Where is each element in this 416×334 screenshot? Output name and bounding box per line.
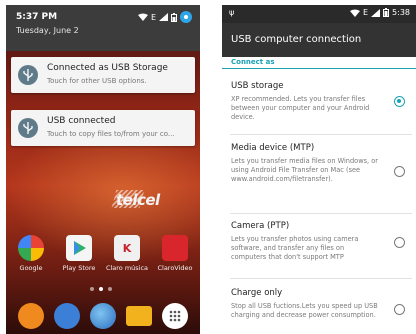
option-description: XP recommended. Lets you transfer files …	[231, 95, 370, 122]
browser-icon[interactable]	[90, 303, 116, 329]
notification-title: Connected as USB Storage	[47, 63, 168, 73]
google-icon	[18, 235, 44, 261]
battery-icon	[383, 8, 390, 17]
option-divider	[230, 134, 412, 135]
app-claro-musica[interactable]: K Claro música	[104, 235, 150, 272]
app-bar: USB computer connection	[222, 23, 416, 57]
app-drawer-icon[interactable]	[162, 303, 188, 329]
messenger-icon[interactable]	[54, 303, 80, 329]
option-description: Lets you transfer media files on Windows…	[231, 157, 378, 184]
notification-text: Touch for other USB options.	[47, 77, 147, 85]
app-label: Play Store	[62, 264, 96, 272]
page-dot	[108, 287, 112, 291]
usb-connection-settings-screen: ψ E 5:38 USB computer connection Connect…	[222, 5, 416, 334]
screenshot-composite: 5:37 PM Tuesday, June 2 E Connected as U…	[0, 0, 416, 334]
app-google[interactable]: Google	[8, 235, 54, 272]
radio-charge-only[interactable]	[394, 304, 405, 315]
status-icons: E	[137, 11, 192, 23]
clock: 5:38	[392, 8, 410, 17]
network-type: E	[362, 8, 369, 17]
radio-camera-ptp[interactable]	[394, 237, 405, 248]
page-title: USB computer connection	[231, 34, 362, 45]
app-play-store[interactable]: Play Store	[56, 235, 102, 272]
home-app-row: Google Play Store K Claro música ClaroVi…	[6, 235, 200, 280]
claro-video-icon	[162, 235, 188, 261]
date: Tuesday, June 2	[16, 26, 79, 35]
usb-status-icon: ψ	[229, 8, 235, 17]
network-type: E	[150, 12, 156, 22]
option-description: Lets you transfer photos using camera so…	[231, 235, 359, 262]
status-icons: E 5:38	[349, 8, 410, 17]
option-title: Camera (PTP)	[231, 221, 290, 231]
usb-icon	[18, 118, 38, 138]
radio-usb-storage[interactable]	[394, 96, 405, 107]
radio-media-device-mtp[interactable]	[394, 166, 405, 177]
claro-musica-icon: K	[114, 235, 140, 261]
notification-usb-connected[interactable]: USB connected Touch to copy files to/fro…	[11, 110, 195, 146]
phone-icon[interactable]	[18, 303, 44, 329]
notification-usb-storage[interactable]: Connected as USB Storage Touch for other…	[11, 57, 195, 93]
app-claro-video[interactable]: ClaroVideo	[152, 235, 198, 272]
notification-title: USB connected	[47, 116, 116, 126]
home-dock	[6, 301, 200, 334]
option-divider	[230, 278, 412, 279]
wifi-icon	[349, 9, 360, 17]
app-label: Claro música	[105, 264, 149, 272]
section-header: Connect as	[231, 58, 275, 66]
user-avatar-icon[interactable]	[180, 11, 192, 23]
signal-icon	[159, 13, 168, 21]
telcel-logo: telcel	[116, 191, 160, 209]
signal-icon	[371, 8, 381, 17]
wifi-icon	[137, 13, 148, 21]
email-icon[interactable]	[126, 306, 152, 326]
notification-shade-screen: 5:37 PM Tuesday, June 2 E Connected as U…	[6, 5, 200, 334]
status-bar: ψ E 5:38	[222, 5, 416, 23]
app-label: ClaroVideo	[157, 264, 193, 272]
notification-text: Touch to copy files to/from your co...	[47, 130, 175, 138]
usb-icon	[18, 65, 38, 85]
section-divider	[222, 68, 416, 69]
app-label: Google	[19, 264, 43, 272]
option-description: Stop all USB fuctions.Lets you speed up …	[231, 302, 378, 320]
page-dot	[90, 287, 94, 291]
option-title: Media device (MTP)	[231, 143, 315, 153]
option-title: USB storage	[231, 81, 284, 91]
page-dot-active	[99, 287, 103, 291]
home-page-indicator	[90, 287, 112, 291]
option-title: Charge only	[231, 288, 283, 298]
quick-header[interactable]: 5:37 PM Tuesday, June 2 E	[6, 5, 200, 51]
clock: 5:37 PM	[16, 12, 58, 22]
option-divider	[230, 213, 412, 214]
play-store-icon	[66, 235, 92, 261]
battery-icon	[171, 12, 177, 22]
